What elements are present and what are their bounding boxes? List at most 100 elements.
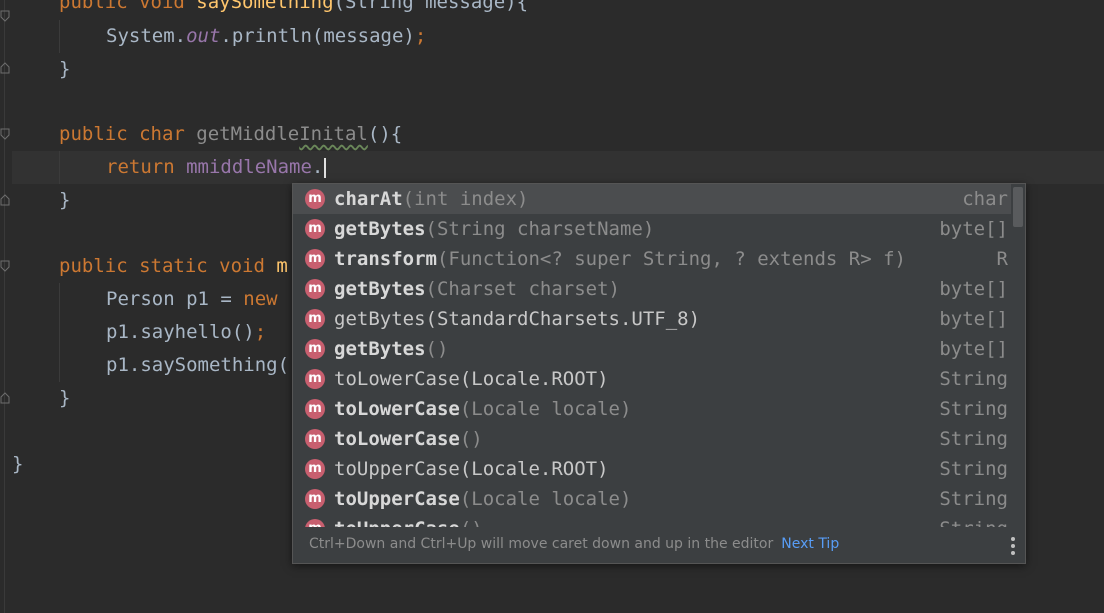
completion-return-type: char xyxy=(962,188,1008,210)
completion-signature: toLowerCase(Locale.ROOT) xyxy=(334,364,609,394)
fold-icon[interactable] xyxy=(0,194,10,206)
completion-item[interactable]: m toLowerCase(Locale.ROOT) String xyxy=(293,364,1011,394)
code-text: (String message){ xyxy=(333,0,529,13)
code-text: (){ xyxy=(367,123,403,145)
more-options-icon[interactable] xyxy=(1011,537,1015,557)
completion-signature: toUpperCase() xyxy=(334,514,483,527)
completion-params: () xyxy=(460,518,483,527)
completion-item[interactable]: m getBytes(Charset charset) byte[] xyxy=(293,274,1011,304)
completion-params: (Locale locale) xyxy=(459,488,632,510)
fold-icon[interactable] xyxy=(0,128,10,140)
semicolon: ; xyxy=(254,321,267,343)
completion-return-type: byte[] xyxy=(939,308,1008,330)
footer-hint: Ctrl+Down and Ctrl+Up will move caret do… xyxy=(309,536,774,552)
completion-params: (String charsetName) xyxy=(425,218,655,240)
completion-item[interactable]: m toUpperCase(Locale locale) String xyxy=(293,484,1011,514)
code-line[interactable]: } xyxy=(59,382,70,415)
method-icon: m xyxy=(305,249,325,269)
code-line[interactable]: public static void m xyxy=(59,250,288,283)
completion-item[interactable]: m toUpperCase() String xyxy=(293,514,1011,527)
code-line[interactable]: public char getMiddleInital(){ xyxy=(59,118,402,151)
code-line[interactable]: return mmiddleName. xyxy=(106,151,327,184)
indent-guide xyxy=(59,151,60,184)
keyword: public void xyxy=(59,0,197,13)
completion-signature: toUpperCase(Locale.ROOT) xyxy=(334,454,609,484)
method-icon: m xyxy=(305,519,325,527)
completion-signature: getBytes(Charset charset) xyxy=(334,274,620,304)
keyword: public char xyxy=(59,123,197,145)
method-icon: m xyxy=(305,459,325,479)
completion-item[interactable]: m getBytes(StandardCharsets.UTF_8) byte[] xyxy=(293,304,1011,334)
code-text: Person p1 = xyxy=(106,288,244,310)
completion-signature: toLowerCase(Locale locale) xyxy=(334,394,631,424)
completion-list[interactable]: m charAt(int index) char m getBytes(String c… xyxy=(293,184,1011,527)
method-icon: m xyxy=(305,309,325,329)
completion-params: (Charset charset) xyxy=(425,278,620,300)
completion-name: toUpperCase xyxy=(334,488,460,510)
completion-params: (Locale locale) xyxy=(459,398,632,420)
text-caret xyxy=(324,157,327,178)
code-line[interactable]: } xyxy=(12,448,23,481)
completion-return-type: String xyxy=(939,368,1008,390)
fold-icon[interactable] xyxy=(0,10,10,22)
completion-return-type: byte[] xyxy=(939,338,1008,360)
completion-signature: toUpperCase(Locale locale) xyxy=(334,484,631,514)
method-icon: m xyxy=(305,429,325,449)
scrollbar-thumb[interactable] xyxy=(1013,187,1023,227)
completion-signature: getBytes(StandardCharsets.UTF_8) xyxy=(334,304,700,334)
code-line[interactable]: Person p1 = new xyxy=(106,283,278,316)
completion-name: toUpperCase xyxy=(334,518,460,527)
method-icon: m xyxy=(305,219,325,239)
completion-params: () xyxy=(425,338,449,360)
completion-item[interactable]: m charAt(int index) char xyxy=(293,184,1011,214)
completion-name: toLowerCase xyxy=(334,398,460,420)
field-name: out xyxy=(186,25,221,47)
completion-signature: toLowerCase() xyxy=(334,424,483,454)
completion-footer: Ctrl+Down and Ctrl+Up will move caret do… xyxy=(293,527,1025,563)
fold-icon[interactable] xyxy=(0,392,10,404)
method-icon: m xyxy=(305,189,325,209)
completion-return-type: String xyxy=(939,458,1008,480)
completion-item[interactable]: m toLowerCase(Locale locale) String xyxy=(293,394,1011,424)
completion-name: getBytes xyxy=(334,338,426,360)
fold-icon[interactable] xyxy=(0,260,10,272)
code-text: System. xyxy=(106,25,187,47)
completion-signature: getBytes(String charsetName) xyxy=(334,214,654,244)
completion-name: toUpperCase(Locale.ROOT) xyxy=(334,458,609,480)
fold-icon[interactable] xyxy=(0,62,10,74)
completion-item[interactable]: m getBytes(String charsetName) byte[] xyxy=(293,214,1011,244)
code-line[interactable]: public void saySomething(String message)… xyxy=(59,0,528,19)
code-line[interactable]: p1.saySomething( xyxy=(106,349,289,382)
method-name: getMiddle xyxy=(196,123,300,145)
completion-return-type: String xyxy=(939,514,1008,527)
completion-params: (int index) xyxy=(402,188,529,210)
code-text: .println(message) xyxy=(220,25,415,47)
editor-gutter xyxy=(0,0,12,613)
method-name: m xyxy=(276,255,288,277)
code-completion-popup[interactable]: m charAt(int index) char m getBytes(String c… xyxy=(292,183,1026,564)
completion-item[interactable]: m toLowerCase() String xyxy=(293,424,1011,454)
code-line[interactable]: } xyxy=(59,184,70,217)
completion-signature: transform(Function<? super String, ? ext… xyxy=(334,244,906,274)
code-line[interactable]: p1.sayhello(); xyxy=(106,316,266,349)
completion-params: () xyxy=(459,428,483,450)
completion-name: toLowerCase xyxy=(334,428,460,450)
indent-guide xyxy=(59,283,60,382)
code-line[interactable]: } xyxy=(59,53,70,86)
gutter-line xyxy=(4,0,5,613)
code-line[interactable]: System.out.println(message); xyxy=(106,20,426,53)
keyword: public static void xyxy=(59,255,277,277)
completion-item[interactable]: m transform(Function<? super String, ? ex… xyxy=(293,244,1011,274)
keyword: return xyxy=(106,156,187,178)
typo-warning: Inital xyxy=(299,123,368,145)
completion-name: getBytes xyxy=(334,278,426,300)
completion-name: toLowerCase(Locale.ROOT) xyxy=(334,368,609,390)
method-icon: m xyxy=(305,279,325,299)
completion-return-type: String xyxy=(939,488,1008,510)
completion-return-type: String xyxy=(939,428,1008,450)
next-tip-link[interactable]: Next Tip xyxy=(781,536,839,552)
semicolon: ; xyxy=(414,25,427,47)
method-icon: m xyxy=(305,339,325,359)
completion-item[interactable]: m getBytes() byte[] xyxy=(293,334,1011,364)
completion-item[interactable]: m toUpperCase(Locale.ROOT) String xyxy=(293,454,1011,484)
